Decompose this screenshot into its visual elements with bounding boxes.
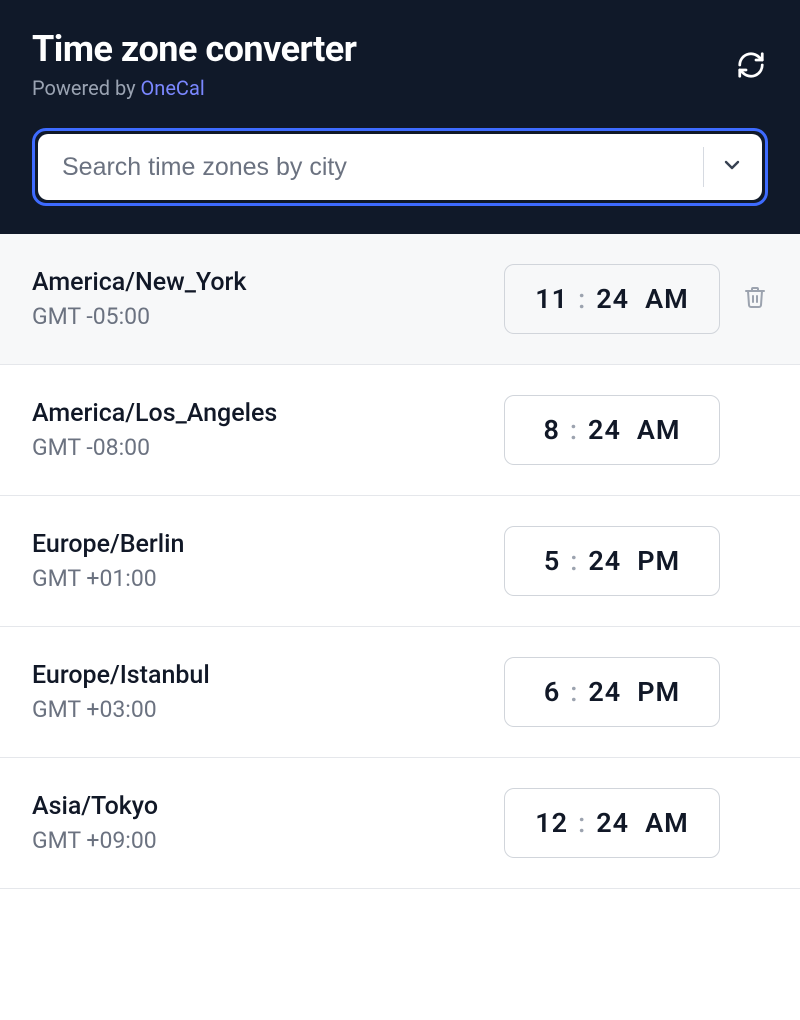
time-display[interactable]: 5 : 24 PM [504, 526, 720, 596]
time-display[interactable]: 11 : 24 AM [504, 264, 720, 334]
search-focus-ring [32, 128, 768, 206]
time-display[interactable]: 8 : 24 AM [504, 395, 720, 465]
time-minute: 24 [588, 676, 621, 708]
search-container [32, 128, 768, 206]
timezone-row: Europe/Istanbul GMT +03:00 6 : 24 PM [0, 627, 800, 758]
time-hour: 12 [535, 807, 568, 839]
time-colon: : [570, 414, 578, 446]
time-ampm: AM [645, 807, 689, 839]
time-display[interactable]: 12 : 24 AM [504, 788, 720, 858]
time-colon: : [570, 676, 578, 708]
refresh-icon [736, 50, 766, 84]
timezone-name: Europe/Berlin [32, 530, 504, 559]
search-divider [703, 147, 704, 187]
timezone-info: Europe/Berlin GMT +01:00 [32, 530, 504, 592]
dropdown-toggle[interactable] [720, 155, 744, 179]
header: Time zone converter Powered by OneCal [0, 0, 800, 234]
refresh-button[interactable] [734, 50, 768, 84]
powered-by-link[interactable]: OneCal [141, 76, 205, 100]
time-ampm: AM [645, 283, 689, 315]
time-minute: 24 [588, 545, 621, 577]
timezone-offset: GMT +01:00 [32, 565, 504, 592]
timezone-info: Asia/Tokyo GMT +09:00 [32, 792, 504, 854]
time-colon: : [578, 807, 586, 839]
time-ampm: AM [637, 414, 681, 446]
time-colon: : [578, 283, 586, 315]
app-title: Time zone converter [32, 28, 356, 70]
time-ampm: PM [637, 545, 680, 577]
time-hour: 11 [535, 283, 568, 315]
time-minute: 24 [596, 283, 629, 315]
timezone-list: America/New_York GMT -05:00 11 : 24 AM A… [0, 234, 800, 889]
timezone-offset: GMT +03:00 [32, 696, 504, 723]
timezone-offset: GMT +09:00 [32, 827, 504, 854]
time-hour: 6 [544, 676, 560, 708]
timezone-info: America/New_York GMT -05:00 [32, 268, 504, 330]
time-hour: 5 [544, 545, 560, 577]
timezone-offset: GMT -08:00 [32, 434, 504, 461]
time-ampm: PM [637, 676, 680, 708]
chevron-down-icon [720, 153, 744, 181]
title-row: Time zone converter Powered by OneCal [32, 28, 768, 100]
time-display[interactable]: 6 : 24 PM [504, 657, 720, 727]
time-hour: 8 [543, 414, 559, 446]
timezone-info: America/Los_Angeles GMT -08:00 [32, 399, 504, 461]
search-box[interactable] [38, 134, 762, 200]
timezone-row: Europe/Berlin GMT +01:00 5 : 24 PM [0, 496, 800, 627]
time-colon: : [570, 545, 578, 577]
timezone-name: Asia/Tokyo [32, 792, 504, 821]
time-minute: 24 [588, 414, 621, 446]
timezone-offset: GMT -05:00 [32, 303, 504, 330]
search-input[interactable] [62, 153, 693, 182]
title-block: Time zone converter Powered by OneCal [32, 28, 356, 100]
time-minute: 24 [596, 807, 629, 839]
timezone-name: America/Los_Angeles [32, 399, 504, 428]
delete-timezone-button[interactable] [742, 286, 768, 312]
timezone-name: America/New_York [32, 268, 504, 297]
subtitle: Powered by OneCal [32, 76, 356, 100]
timezone-row: America/New_York GMT -05:00 11 : 24 AM [0, 234, 800, 365]
timezone-row: Asia/Tokyo GMT +09:00 12 : 24 AM [0, 758, 800, 889]
timezone-name: Europe/Istanbul [32, 661, 504, 690]
subtitle-prefix: Powered by [32, 76, 141, 100]
trash-icon [743, 285, 767, 313]
timezone-info: Europe/Istanbul GMT +03:00 [32, 661, 504, 723]
timezone-row: America/Los_Angeles GMT -08:00 8 : 24 AM [0, 365, 800, 496]
